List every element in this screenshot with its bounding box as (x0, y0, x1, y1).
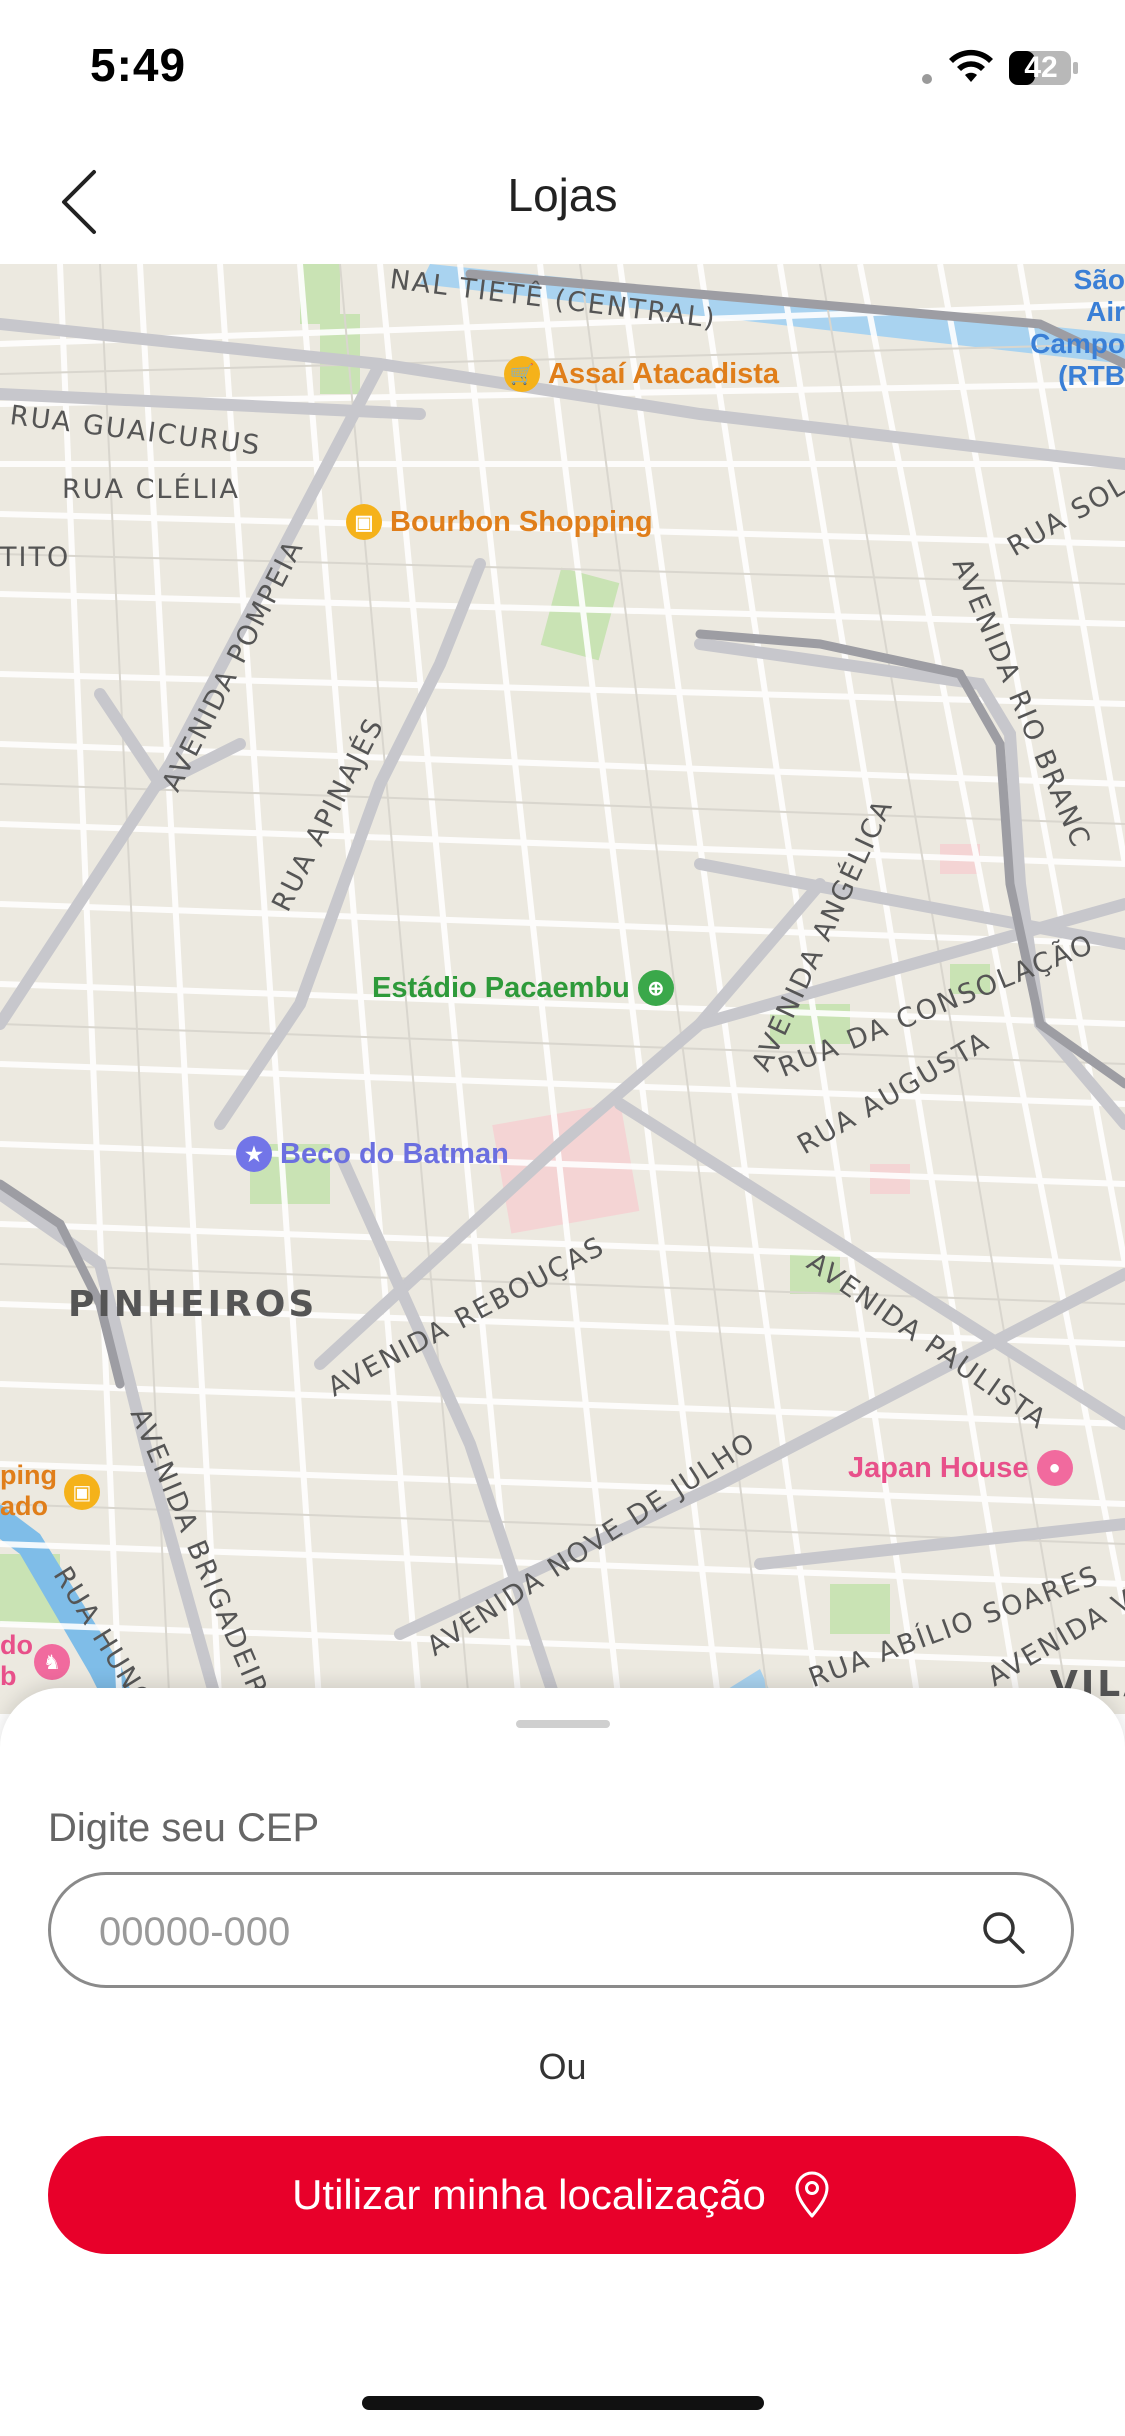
district-label: PINHEIROS (68, 1284, 318, 1325)
location-button-label: Utilizar minha localização (292, 2171, 766, 2218)
corner-label: São (1073, 264, 1125, 295)
poi-label: Assaí Atacadista (548, 357, 780, 390)
poi-japan-house[interactable]: Japan House ● (848, 1450, 1073, 1486)
poi-label: Estádio Pacaembu (372, 971, 630, 1004)
shopping-bag-icon: ▣ (346, 504, 382, 540)
cep-field[interactable] (48, 1872, 1074, 1988)
store-map[interactable]: NAL TIETÊ (CENTRAL) RUA GUAICURUS RUA CL… (0, 264, 1125, 1714)
corner-label: Campo (1030, 328, 1125, 359)
shopping-cart-icon: 🛒 (504, 356, 540, 392)
poi-label: ping (0, 1460, 57, 1490)
cep-input[interactable] (97, 1901, 961, 1963)
poi-jockey-partial[interactable]: do b (0, 1630, 33, 1692)
sheet-drag-handle[interactable] (516, 1720, 610, 1728)
star-icon: ★ (236, 1136, 272, 1172)
poi-label: Beco do Batman (280, 1137, 509, 1170)
bottom-sheet: Digite seu CEP Ou Utilizar minha localiz… (0, 1688, 1125, 2436)
battery-level: 42 (1024, 51, 1058, 84)
corner-label: Air (1086, 296, 1125, 327)
poi-bourbon-shopping[interactable]: ▣ Bourbon Shopping (346, 504, 653, 540)
poi-assai-atacadista[interactable]: 🛒 Assaí Atacadista (504, 356, 779, 392)
poi-label: Bourbon Shopping (390, 505, 653, 538)
header: Lojas (0, 140, 1125, 264)
map-corner-labels: São Air Campo (RTB (1030, 264, 1125, 392)
poi-estadio-pacaembu[interactable]: Estádio Pacaembu ⊕ (372, 970, 674, 1006)
location-dot-icon: ● (1036, 1450, 1073, 1486)
location-pin-icon (795, 2171, 829, 2218)
street-label: RUA CLÉLIA (62, 474, 241, 505)
cep-label: Digite seu CEP (48, 1806, 320, 1850)
or-separator: Ou (538, 2046, 587, 2087)
street-label: TITO (0, 542, 71, 573)
privacy-dot-icon (922, 74, 932, 84)
poi-shopping-partial[interactable]: ping ado (0, 1460, 57, 1522)
shopping-bag-icon: ▣ (64, 1474, 100, 1510)
wifi-icon (949, 49, 993, 82)
poi-label: ado (0, 1491, 49, 1521)
poi-label: do (0, 1630, 33, 1660)
status-bar: 5:49 42 (0, 0, 1125, 140)
horse-icon: ♞ (34, 1644, 70, 1680)
use-my-location-button[interactable]: Utilizar minha localização (48, 2136, 1076, 2254)
poi-label: Japan House (848, 1451, 1029, 1484)
stadium-icon: ⊕ (637, 970, 674, 1006)
search-icon[interactable] (979, 1908, 1027, 1956)
poi-beco-do-batman[interactable]: ★ Beco do Batman (236, 1136, 509, 1172)
poi-label: b (0, 1661, 17, 1691)
page-title: Lojas (507, 169, 618, 221)
status-time: 5:49 (90, 39, 187, 91)
corner-label: (RTB (1058, 360, 1125, 391)
home-indicator (362, 2396, 764, 2410)
